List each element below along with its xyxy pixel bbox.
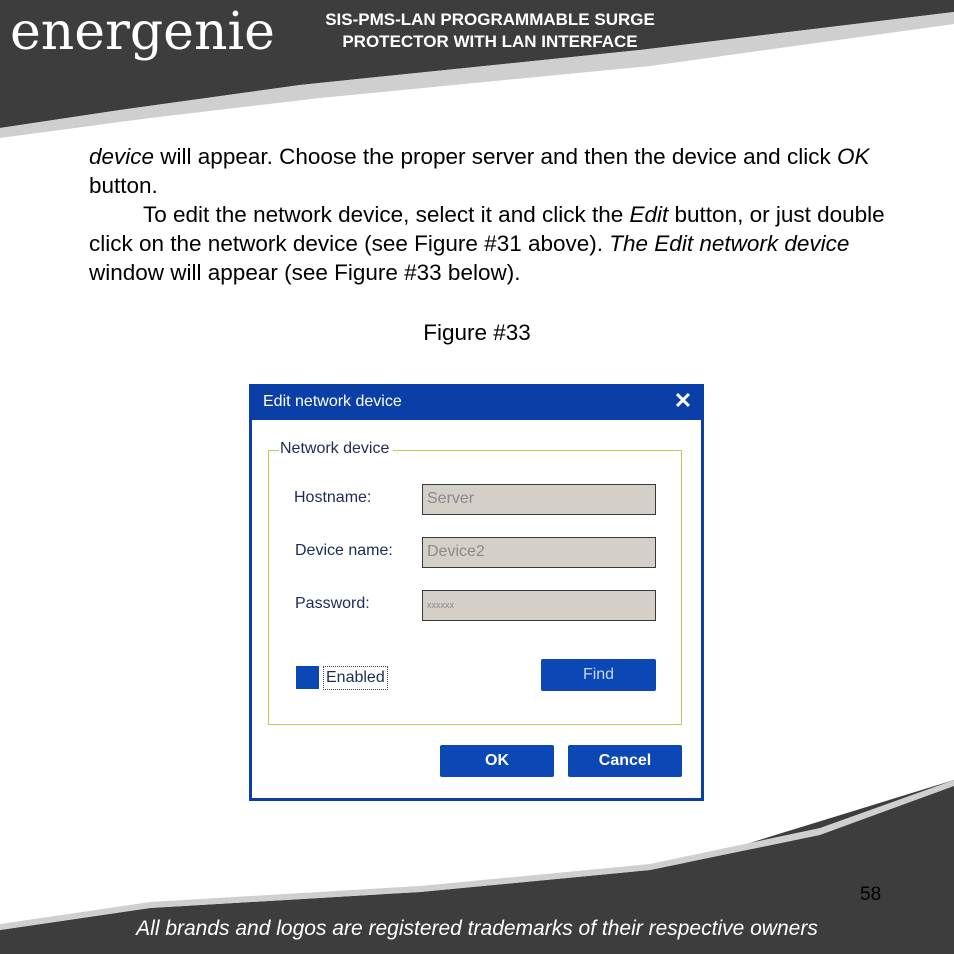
energenie-logo: energenie: [10, 2, 275, 62]
password-field[interactable]: xxxxxx: [422, 590, 656, 621]
paragraph-2: To edit the network device, select it an…: [89, 202, 885, 285]
dialog-title-bar[interactable]: Edit network device ✕: [249, 384, 704, 420]
body-text: device will appear. Choose the proper se…: [89, 142, 889, 287]
header-title-line2: PROTECTOR WITH LAN INTERFACE: [342, 32, 638, 51]
device-name-label: Device name:: [295, 542, 393, 559]
figure-caption: Figure #33: [423, 320, 531, 345]
paragraph-1: device will appear. Choose the proper se…: [89, 144, 870, 198]
device-name-field[interactable]: Device2: [422, 537, 656, 568]
find-button[interactable]: Find: [541, 659, 656, 691]
footer-note: All brands and logos are registered trad…: [136, 917, 818, 940]
enabled-label[interactable]: Enabled: [323, 666, 388, 690]
password-label: Password:: [295, 595, 370, 612]
hostname-field[interactable]: Server: [422, 484, 656, 515]
dialog-title: Edit network device: [263, 393, 402, 410]
hostname-label: Hostname:: [294, 489, 372, 506]
header-title-line1: SIS-PMS-LAN PROGRAMMABLE SURGE: [325, 10, 655, 29]
header-title: SIS-PMS-LAN PROGRAMMABLE SURGE PROTECTOR…: [240, 9, 740, 53]
group-label: Network device: [279, 440, 394, 458]
enabled-checkbox[interactable]: [296, 666, 319, 689]
cancel-button[interactable]: Cancel: [568, 745, 682, 777]
ok-button[interactable]: OK: [440, 745, 554, 777]
page-number: 58: [860, 884, 882, 905]
close-icon[interactable]: ✕: [670, 388, 696, 414]
